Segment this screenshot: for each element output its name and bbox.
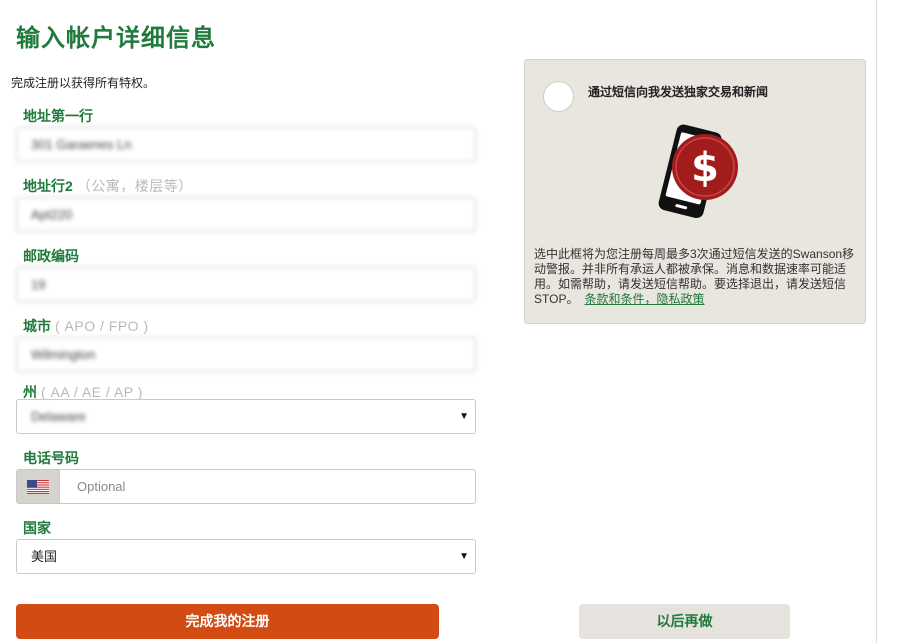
- phone-field: [16, 469, 476, 504]
- country-label: 国家: [23, 518, 51, 538]
- address2-label-text: 地址行2: [23, 178, 73, 194]
- sms-disclaimer: 选中此框将为您注册每周最多3次通过短信发送的Swanson移动警报。并非所有承运…: [534, 247, 860, 307]
- country-select[interactable]: 美国 ▼: [16, 539, 476, 574]
- phone-input[interactable]: [77, 470, 457, 503]
- zip-label: 邮政编码: [23, 246, 79, 266]
- address2-hint: （公寓，楼层等）: [76, 178, 193, 194]
- state-select[interactable]: Delaware ▼: [16, 399, 476, 434]
- dropdown-arrow-icon: ▼: [459, 551, 469, 562]
- country-selected-value: 美国: [31, 549, 58, 564]
- city-label-text: 城市: [23, 318, 51, 334]
- address1-label: 地址第一行: [23, 106, 93, 126]
- phone-dollar-icon: $: [658, 124, 738, 219]
- sms-optin-panel: 通过短信向我发送独家交易和新闻 $ 选中此框将为您注册每周最多3次通过短信发送的…: [524, 59, 866, 324]
- address2-input[interactable]: [16, 197, 476, 232]
- do-later-button[interactable]: 以后再做: [579, 604, 790, 639]
- state-hint: ( AA / AE / AP ): [41, 384, 143, 400]
- city-label: 城市( APO / FPO ): [23, 316, 149, 336]
- page-subtitle: 完成注册以获得所有特权。: [11, 76, 156, 90]
- terms-privacy-link[interactable]: 条款和条件，隐私政策: [584, 292, 704, 306]
- state-selected-value: Delaware: [31, 409, 86, 424]
- svg-text:$: $: [691, 145, 719, 191]
- zip-label-text: 邮政编码: [23, 248, 79, 264]
- sms-optin-radio[interactable]: [543, 81, 574, 112]
- city-input[interactable]: [16, 337, 476, 372]
- country-code-selector[interactable]: [17, 470, 60, 503]
- phone-label-text: 电话号码: [23, 450, 79, 466]
- sms-optin-label: 通过短信向我发送独家交易和新闻: [588, 85, 769, 99]
- state-label-text: 州: [23, 384, 37, 400]
- page-title: 输入帐户详细信息: [16, 25, 216, 52]
- page-border: [876, 0, 877, 643]
- city-hint: ( APO / FPO ): [55, 318, 149, 334]
- dropdown-arrow-icon: ▼: [459, 411, 469, 422]
- address1-label-text: 地址第一行: [23, 108, 93, 124]
- phone-label: 电话号码: [23, 448, 79, 468]
- zip-input[interactable]: [16, 267, 476, 302]
- complete-registration-button[interactable]: 完成我的注册: [16, 604, 439, 639]
- address2-label: 地址行2 （公寓，楼层等）: [23, 176, 193, 196]
- address1-input[interactable]: [16, 127, 476, 162]
- us-flag-icon: [27, 480, 49, 494]
- country-label-text: 国家: [23, 520, 51, 536]
